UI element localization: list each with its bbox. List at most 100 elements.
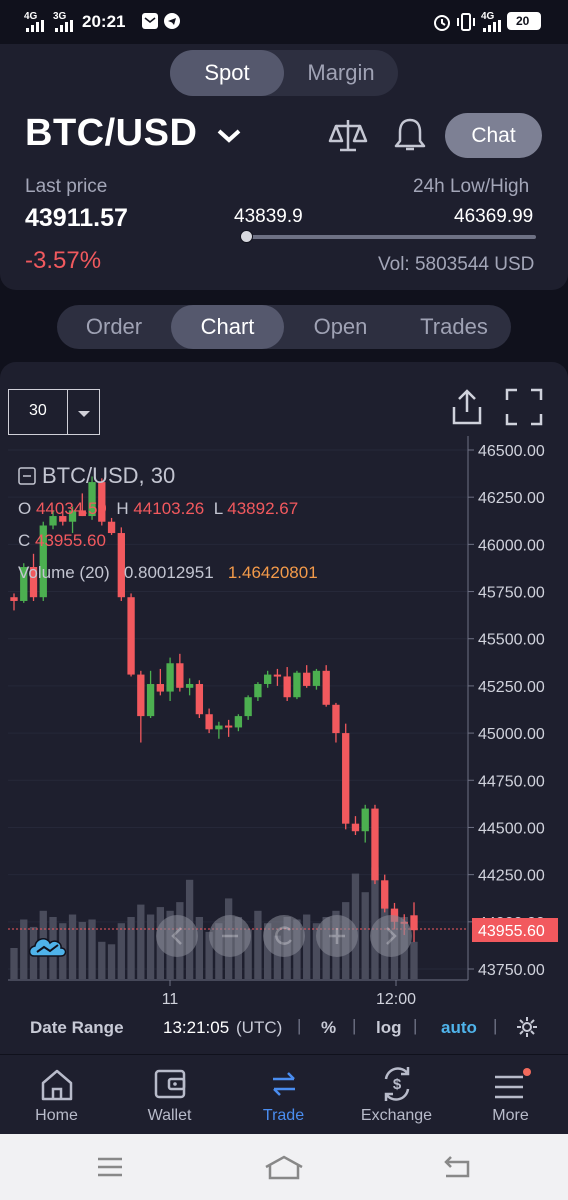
auto-scale-toggle[interactable]: auto (441, 1018, 477, 1038)
pair-name: BTC/USD (25, 112, 198, 154)
system-navigation-bar (0, 1134, 568, 1200)
candle-body (264, 674, 272, 685)
candle-body (215, 725, 223, 730)
candle-body (224, 725, 233, 728)
candlestick-chart[interactable]: 46500.00 46250.00 46000.00 45750.00 45500.00… (0, 436, 568, 1008)
interval-value: 30 (29, 402, 47, 419)
tab-order[interactable]: Order (57, 305, 171, 349)
percent-scale-toggle[interactable]: % (321, 1018, 336, 1038)
pair-selector[interactable]: BTC/USD (25, 112, 242, 155)
margin-toggle[interactable]: Margin (284, 50, 398, 96)
fullscreen-icon[interactable] (505, 388, 543, 426)
nav-more-label: More (492, 1107, 529, 1124)
candle-body (234, 716, 243, 728)
current-price-tag-text: 43955.60 (478, 923, 545, 940)
chart-legend-title: BTC/USD, 30 (42, 463, 176, 488)
nav-wallet[interactable]: Wallet (113, 1055, 226, 1135)
vibrate-icon (457, 13, 475, 31)
volume-bar (117, 923, 125, 979)
candle-body (293, 672, 301, 698)
candle-body (107, 521, 116, 534)
date-range-button[interactable]: Date Range (30, 1018, 124, 1038)
scroll-left-button[interactable] (156, 915, 198, 957)
ohlc-row-1: O 44034.59 H 44103.26 L 43892.67 (18, 499, 298, 519)
signal-icon-3 (483, 20, 501, 32)
volume-legend-value-2: 1.46420801 (227, 563, 318, 582)
candle-body (410, 915, 418, 931)
range-indicator (240, 230, 253, 243)
scales-icon[interactable] (328, 117, 368, 153)
tab-chart[interactable]: Chart (171, 305, 284, 349)
scroll-right-button[interactable] (370, 915, 412, 957)
nav-home[interactable]: Home (0, 1055, 113, 1135)
volume-legend-row: Volume (20) 0.80012951 1.46420801 (18, 563, 318, 583)
recent-apps-icon[interactable] (96, 1156, 124, 1178)
nav-exchange-label: Exchange (360, 1107, 433, 1124)
chart-clock: 13:21:05 (163, 1018, 230, 1037)
timezone-button[interactable]: (UTC) (236, 1018, 282, 1038)
status-bar: 4G 3G 20:21 4G 20 (0, 0, 568, 44)
y-tick-label: 45000.00 (478, 726, 545, 743)
volume-bar (127, 917, 135, 979)
home-icon (41, 1069, 73, 1101)
low-label: L (213, 499, 223, 518)
tab-trades[interactable]: Trades (397, 305, 511, 349)
volume-bar (88, 919, 96, 979)
candle-body (127, 597, 135, 675)
zoom-in-button[interactable] (316, 915, 358, 957)
bell-icon[interactable] (393, 116, 427, 154)
nav-trade[interactable]: Trade (227, 1055, 340, 1135)
nav-more[interactable]: More (454, 1055, 567, 1135)
volume-bar (410, 941, 418, 979)
nav-exchange[interactable]: $ Exchange (340, 1055, 453, 1135)
toolbar-divider: | (493, 1016, 498, 1035)
system-back-icon[interactable] (442, 1156, 470, 1178)
candle-body (244, 697, 252, 717)
y-tick-label: 45250.00 (478, 679, 545, 696)
nav-home-label: Home (35, 1107, 78, 1124)
close-value: 43955.60 (35, 531, 106, 550)
alarm-icon (434, 15, 450, 31)
candle-body (351, 823, 360, 832)
y-tick-label: 46000.00 (478, 537, 545, 554)
low-high-label: 24h Low/High (413, 176, 530, 197)
candle-body (303, 672, 311, 686)
volume-bar (146, 914, 155, 979)
reset-zoom-button[interactable] (263, 915, 305, 957)
open-label: O (18, 499, 32, 518)
toolbar-divider: | (352, 1016, 357, 1035)
volume-bar (68, 914, 77, 979)
market-switch: Spot Margin (170, 50, 398, 96)
candle-body (322, 670, 330, 705)
volume-bar (78, 921, 86, 979)
volume-bar (137, 904, 145, 979)
zoom-out-button[interactable] (209, 915, 251, 957)
price-change: -3.57% (25, 247, 102, 274)
log-scale-toggle[interactable]: log (376, 1018, 402, 1038)
candle-body (342, 733, 350, 824)
toolbar-divider: | (297, 1016, 302, 1035)
battery-icon: 20 (507, 12, 541, 30)
trade-arrows-icon (273, 1072, 295, 1096)
volume-bar (361, 892, 369, 979)
tab-open[interactable]: Open (284, 305, 397, 349)
y-tick-label: 46500.00 (478, 443, 545, 460)
spot-toggle[interactable]: Spot (170, 50, 284, 96)
candle-body (371, 808, 379, 881)
candle-body (381, 880, 389, 909)
chat-button[interactable]: Chat (445, 113, 542, 158)
candle-body (312, 670, 321, 686)
last-price-value: 43911.57 (25, 204, 128, 232)
nav-trade-label: Trade (262, 1107, 305, 1124)
signal-icon (26, 20, 44, 32)
y-tick-label: 43750.00 (478, 962, 545, 979)
chart-settings-gear-icon[interactable] (516, 1016, 538, 1038)
y-tick-label: 44250.00 (478, 868, 545, 885)
high-value-legend: 44103.26 (133, 499, 205, 518)
high-value: 46369.99 (454, 206, 534, 227)
interval-select[interactable]: 30 (8, 389, 100, 435)
chevron-down-icon (218, 129, 241, 143)
system-home-icon[interactable] (264, 1154, 304, 1180)
share-icon[interactable] (450, 388, 484, 426)
collapse-legend-icon[interactable] (18, 467, 36, 485)
